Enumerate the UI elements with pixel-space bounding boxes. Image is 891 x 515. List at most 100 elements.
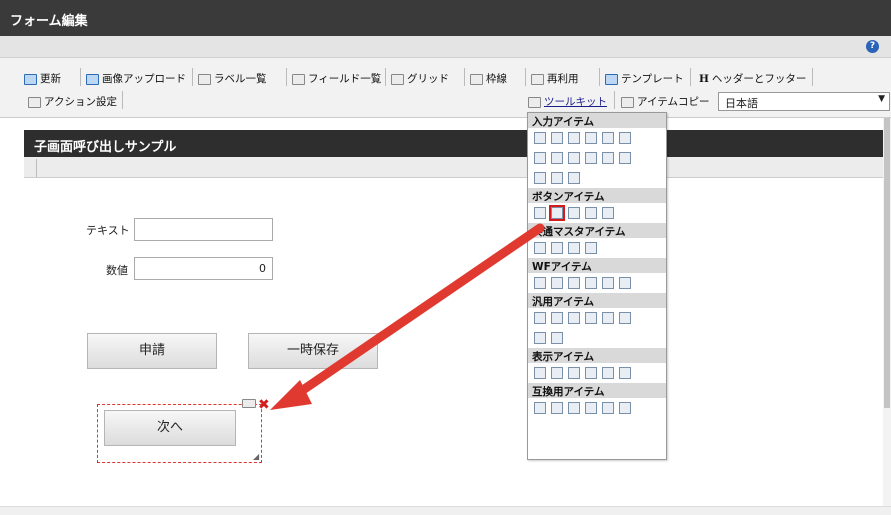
header-icon: H bbox=[699, 73, 709, 85]
image-upload-button[interactable]: 画像アップロード bbox=[86, 70, 186, 88]
list-icon bbox=[292, 73, 305, 85]
grid-table-item-icon[interactable] bbox=[534, 332, 546, 344]
section-master-items: 共通マスタアイテム bbox=[528, 223, 666, 238]
text-item-icon[interactable] bbox=[551, 132, 563, 144]
action-settings-label: アクション設定 bbox=[44, 96, 117, 108]
upload-item-icon[interactable] bbox=[534, 172, 546, 184]
label-list-label: ラベル一覧 bbox=[214, 73, 267, 85]
apply-button[interactable]: 申請 bbox=[87, 333, 217, 369]
help-icon[interactable]: ? bbox=[866, 40, 879, 53]
textarea-item-icon[interactable] bbox=[551, 152, 563, 164]
wf-history-icon[interactable] bbox=[585, 277, 597, 289]
image-item-icon[interactable] bbox=[568, 312, 580, 324]
toolkit-icon bbox=[528, 96, 541, 108]
image-upload-icon bbox=[86, 73, 99, 85]
select-item-icon[interactable] bbox=[534, 152, 546, 164]
compat-checkbox-icon[interactable] bbox=[568, 402, 580, 414]
role-item-icon[interactable] bbox=[568, 242, 580, 254]
grid-icon bbox=[391, 73, 404, 85]
wf-attach-icon[interactable] bbox=[551, 277, 563, 289]
frame-button[interactable]: 枠線 bbox=[470, 70, 507, 88]
form-title-subbar bbox=[24, 157, 884, 178]
item-settings-icon[interactable] bbox=[242, 399, 256, 408]
image-display-icon[interactable] bbox=[602, 367, 614, 379]
file-item-icon[interactable] bbox=[551, 312, 563, 324]
action-settings-button[interactable]: アクション設定 bbox=[28, 93, 117, 111]
back-button-icon[interactable] bbox=[568, 207, 580, 219]
compat-select-icon[interactable] bbox=[534, 402, 546, 414]
compat-table-icon[interactable] bbox=[619, 402, 631, 414]
transition-button-icon[interactable] bbox=[549, 205, 565, 221]
reuse-icon bbox=[531, 73, 544, 85]
chevron-down-icon: ▼ bbox=[878, 94, 885, 104]
delete-icon[interactable]: ✖ bbox=[258, 397, 270, 413]
toolkit-label: ツールキット bbox=[544, 96, 607, 108]
user-item-icon[interactable] bbox=[534, 242, 546, 254]
field-list-label: フィールド一覧 bbox=[308, 73, 382, 85]
action-icon bbox=[28, 96, 41, 108]
toolkit-button[interactable]: ツールキット bbox=[528, 93, 607, 111]
wf-list-icon[interactable] bbox=[568, 277, 580, 289]
text-display-icon[interactable] bbox=[619, 367, 631, 379]
vline-item-icon[interactable] bbox=[568, 367, 580, 379]
download-item-icon[interactable] bbox=[619, 312, 631, 324]
hidden-item-icon[interactable] bbox=[534, 312, 546, 324]
ruby-item-icon[interactable] bbox=[568, 172, 580, 184]
public-group-item-icon[interactable] bbox=[585, 242, 597, 254]
number-field-label: 数値 bbox=[106, 264, 128, 277]
toolkit-popup: 入力アイテム ボタンアイテム 共通マスタアイテム WFアイテム 汎用アイテム 表… bbox=[527, 112, 667, 460]
wf-user-icon[interactable] bbox=[602, 277, 614, 289]
frame-label: 枠線 bbox=[486, 73, 507, 85]
list-icon bbox=[198, 73, 211, 85]
date-item-icon[interactable] bbox=[602, 132, 614, 144]
header-item-icon[interactable] bbox=[534, 367, 546, 379]
hline-item-icon[interactable] bbox=[551, 367, 563, 379]
radio-item-icon[interactable] bbox=[585, 152, 597, 164]
temp-save-button[interactable]: 一時保存 bbox=[248, 333, 378, 369]
template-button[interactable]: テンプレート bbox=[605, 70, 684, 88]
doc-item-icon[interactable] bbox=[602, 312, 614, 324]
item-copy-button[interactable]: アイテムコピー bbox=[621, 93, 709, 111]
checkbox-item-icon[interactable] bbox=[568, 152, 580, 164]
compat-textarea-icon[interactable] bbox=[551, 402, 563, 414]
forward-button-icon[interactable] bbox=[602, 207, 614, 219]
window-title: フォーム編集 bbox=[0, 0, 891, 36]
horizontal-scrollbar[interactable] bbox=[0, 506, 891, 515]
copy-icon bbox=[621, 96, 634, 108]
header-footer-button[interactable]: H ヘッダーとフッター bbox=[699, 70, 806, 88]
compat-radio-icon[interactable] bbox=[585, 402, 597, 414]
compat-list-icon[interactable] bbox=[602, 402, 614, 414]
reuse-label: 再利用 bbox=[547, 73, 579, 85]
wf-doc-icon[interactable] bbox=[534, 277, 546, 289]
field-list-button[interactable]: フィールド一覧 bbox=[292, 70, 381, 88]
table-item-icon[interactable] bbox=[619, 152, 631, 164]
list-item-icon[interactable] bbox=[602, 152, 614, 164]
number-item-icon[interactable] bbox=[568, 132, 580, 144]
next-button[interactable]: 次へ bbox=[104, 410, 236, 446]
vertical-scrollbar[interactable] bbox=[883, 118, 891, 506]
grid-button[interactable]: グリッド bbox=[391, 70, 449, 88]
return-button-icon[interactable] bbox=[585, 207, 597, 219]
form-title: 子画面呼び出しサンプル bbox=[24, 130, 884, 157]
template-label: テンプレート bbox=[621, 73, 684, 85]
datetime-item-icon[interactable] bbox=[619, 132, 631, 144]
header-footer-label: ヘッダーとフッター bbox=[711, 73, 807, 85]
update-button[interactable]: 更新 bbox=[24, 70, 61, 88]
reuse-button[interactable]: 再利用 bbox=[531, 70, 579, 88]
label-list-button[interactable]: ラベル一覧 bbox=[198, 70, 267, 88]
richtext-item-icon[interactable] bbox=[551, 172, 563, 184]
number-field[interactable]: 0 bbox=[134, 257, 273, 280]
picture-item-icon[interactable] bbox=[551, 332, 563, 344]
label-item-icon[interactable] bbox=[534, 132, 546, 144]
button-item-icon[interactable] bbox=[534, 207, 546, 219]
template-icon bbox=[605, 73, 618, 85]
org-item-icon[interactable] bbox=[551, 242, 563, 254]
formula-item-icon[interactable] bbox=[585, 132, 597, 144]
section-wf-items: WFアイテム bbox=[528, 258, 666, 273]
wf-stamp-icon[interactable] bbox=[619, 277, 631, 289]
resize-handle-icon[interactable]: ◢ bbox=[253, 452, 259, 461]
text-field[interactable] bbox=[134, 218, 273, 241]
search-item-icon[interactable] bbox=[585, 312, 597, 324]
language-select[interactable]: 日本語 ▼ bbox=[718, 92, 890, 111]
box-item-icon[interactable] bbox=[585, 367, 597, 379]
